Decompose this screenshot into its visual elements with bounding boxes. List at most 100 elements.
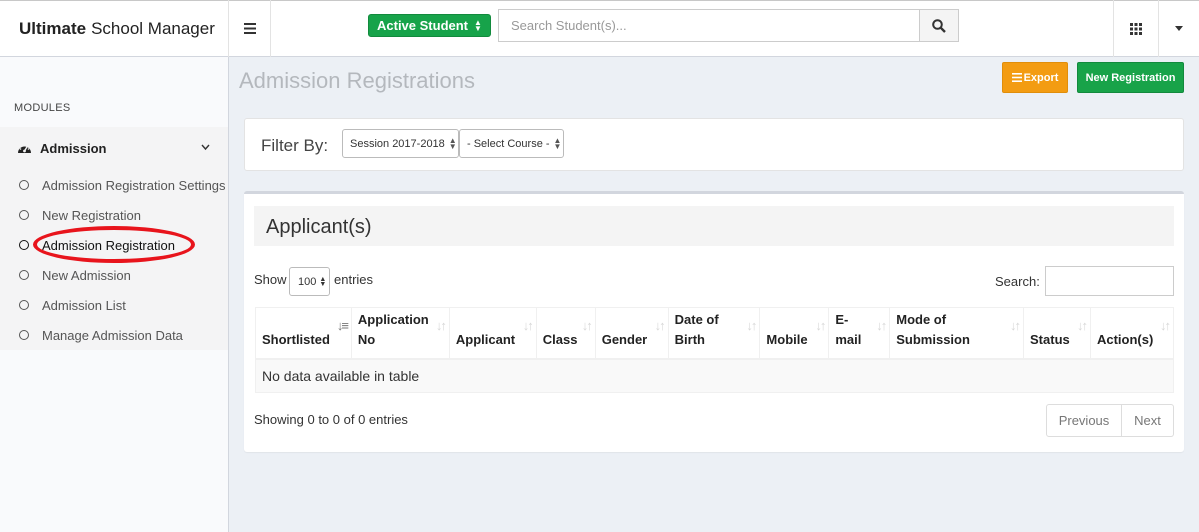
table-search-label: Search: [995, 274, 1040, 289]
circle-icon [19, 210, 29, 220]
filter-panel: Filter By: Session 2017-2018 ▲ ▼ - Select… [244, 118, 1184, 171]
previous-page-button[interactable]: Previous [1046, 404, 1122, 437]
course-select[interactable]: - Select Course - ▲ ▼ [459, 129, 564, 158]
column-header-line1: Date of [674, 311, 719, 327]
column-header-line1: Mode of [896, 311, 947, 327]
list-icon [1011, 73, 1022, 82]
sort-desc-icon: ↓≡ [336, 318, 349, 333]
column-header-line1: E- [835, 311, 849, 327]
column-header-gender[interactable]: ↓↑ Gender [595, 307, 669, 360]
sidebar-toggle-button[interactable] [229, 0, 271, 57]
empty-table-message: No data available in table [255, 358, 1174, 393]
sidebar-item-label: Admission Registration [42, 237, 175, 253]
column-header-shortlisted[interactable]: ↓≡ Shortlisted [255, 307, 352, 360]
new-registration-label: New Registration [1085, 71, 1176, 84]
column-header-mobile[interactable]: ↓↑ Mobile [759, 307, 830, 360]
menu-icon [243, 23, 256, 34]
table-info: Showing 0 to 0 of 0 entries [254, 412, 408, 427]
pagination: Previous Next [1046, 404, 1174, 437]
column-header-line2: Birth [674, 331, 705, 347]
brand-logo[interactable]: Ultimate School Manager [0, 0, 229, 57]
column-header-line2: Gender [601, 331, 648, 347]
sidebar-item-new-registration[interactable]: New Registration [0, 200, 228, 230]
table-search-input[interactable] [1045, 266, 1174, 296]
sidebar-item-label: Admission List [42, 297, 126, 313]
select-arrows-icon: ▲ ▼ [553, 135, 562, 151]
table-header-row: ↓≡ Shortlisted ↓↑ Application No ↓↑ Appl… [255, 307, 1175, 360]
sidebar-item-admission-registration[interactable]: Admission Registration [0, 230, 228, 260]
panel-title: Applicant(s) [266, 216, 372, 238]
circle-icon [19, 330, 29, 340]
sidebar-item-admission-list[interactable]: Admission List [0, 290, 228, 320]
grid-icon [1130, 22, 1142, 35]
sort-icon: ↓↑ [435, 318, 447, 333]
applicants-panel: Applicant(s) Show 100 ▲ ▼ entries Search:… [244, 191, 1184, 452]
sidebar-item-label: Admission Registration Settings [42, 177, 226, 193]
student-search-placeholder: Search Student(s)... [511, 18, 627, 33]
column-header-line1: Application [357, 311, 429, 327]
panel-header: Applicant(s) [254, 206, 1174, 246]
column-header-line2: Submission [896, 331, 970, 347]
student-status-select[interactable]: Active Student ▲ ▼ [368, 14, 491, 37]
export-label: Export [1023, 71, 1059, 84]
select-arrows-icon: ▲ ▼ [448, 135, 457, 151]
student-search-input[interactable]: Search Student(s)... [498, 9, 920, 42]
brand-rest: School Manager [91, 18, 215, 38]
column-header-class[interactable]: ↓↑ Class [536, 307, 596, 360]
sort-icon: ↓↑ [1010, 318, 1021, 333]
column-header-email[interactable]: ↓↑ E- mail [828, 307, 891, 360]
sidebar-item-label: Manage Admission Data [42, 327, 183, 343]
sort-icon: ↓↑ [815, 318, 826, 333]
sort-icon: ↓↑ [876, 318, 887, 333]
select-arrows-icon: ▲ ▼ [474, 17, 482, 33]
user-menu-dropdown[interactable] [1159, 0, 1199, 57]
sort-icon: ↓↑ [1076, 318, 1088, 333]
circle-icon [19, 240, 29, 250]
admission-treeview: Admission Admission Registration Setting… [0, 127, 228, 350]
column-header-line2: mail [835, 331, 862, 347]
page-title: Admission Registrations [239, 68, 475, 93]
sidebar-item-label: New Registration [42, 207, 141, 223]
sidebar-item-manage-admission-data[interactable]: Manage Admission Data [0, 320, 228, 350]
filter-label: Filter By: [261, 136, 329, 155]
column-header-line2: Action(s) [1096, 331, 1154, 347]
sidebar: MODULES Admission Admission Registration… [0, 57, 229, 532]
export-button[interactable]: Export [1002, 62, 1068, 93]
new-registration-button[interactable]: New Registration [1077, 62, 1184, 93]
sidebar-item-new-admission[interactable]: New Admission [0, 260, 228, 290]
column-header-line2: Shortlisted [262, 331, 330, 347]
apps-menu-button[interactable] [1113, 0, 1159, 57]
column-header-mode-of-submission[interactable]: ↓↑ Mode of Submission [889, 307, 1025, 360]
column-header-line2: Mobile [766, 331, 808, 347]
column-header-date-of-birth[interactable]: ↓↑ Date of Birth [668, 307, 761, 360]
column-header-status[interactable]: ↓↑ Status [1023, 307, 1091, 360]
search-icon [932, 18, 946, 33]
sidebar-item-label: New Admission [42, 267, 131, 283]
chevron-down-icon [201, 140, 210, 157]
column-header-line2: No [357, 331, 376, 347]
search-button[interactable] [919, 9, 959, 42]
sort-icon: ↓↑ [654, 318, 666, 333]
circle-icon [19, 270, 29, 280]
sort-icon: ↓↑ [746, 318, 757, 333]
dashboard-icon [17, 142, 32, 154]
sidebar-item-admission-registration-settings[interactable]: Admission Registration Settings [0, 170, 228, 200]
column-header-line2: Class [542, 331, 578, 347]
column-header-application-no[interactable]: ↓↑ Application No [351, 307, 450, 360]
sort-icon: ↓↑ [522, 318, 534, 333]
select-arrows-icon: ▲ ▼ [319, 275, 327, 288]
column-header-applicant[interactable]: ↓↑ Applicant [449, 307, 537, 360]
applicants-table: ↓≡ Shortlisted ↓↑ Application No ↓↑ Appl… [255, 307, 1175, 393]
page-size-select[interactable]: 100 ▲ ▼ [289, 267, 330, 296]
page-size-value: 100 [298, 275, 317, 288]
sort-icon: ↓↑ [1160, 318, 1171, 333]
circle-icon [19, 180, 29, 190]
next-page-button[interactable]: Next [1122, 404, 1174, 437]
circle-icon [19, 300, 29, 310]
sidebar-item-admission[interactable]: Admission [0, 127, 228, 169]
column-header-actions[interactable]: ↓↑ Action(s) [1090, 307, 1175, 360]
session-select[interactable]: Session 2017-2018 ▲ ▼ [342, 129, 459, 158]
show-label: Show [254, 272, 287, 287]
sidebar-item-label: Admission [40, 140, 107, 156]
brand-bold: Ultimate [19, 18, 87, 38]
